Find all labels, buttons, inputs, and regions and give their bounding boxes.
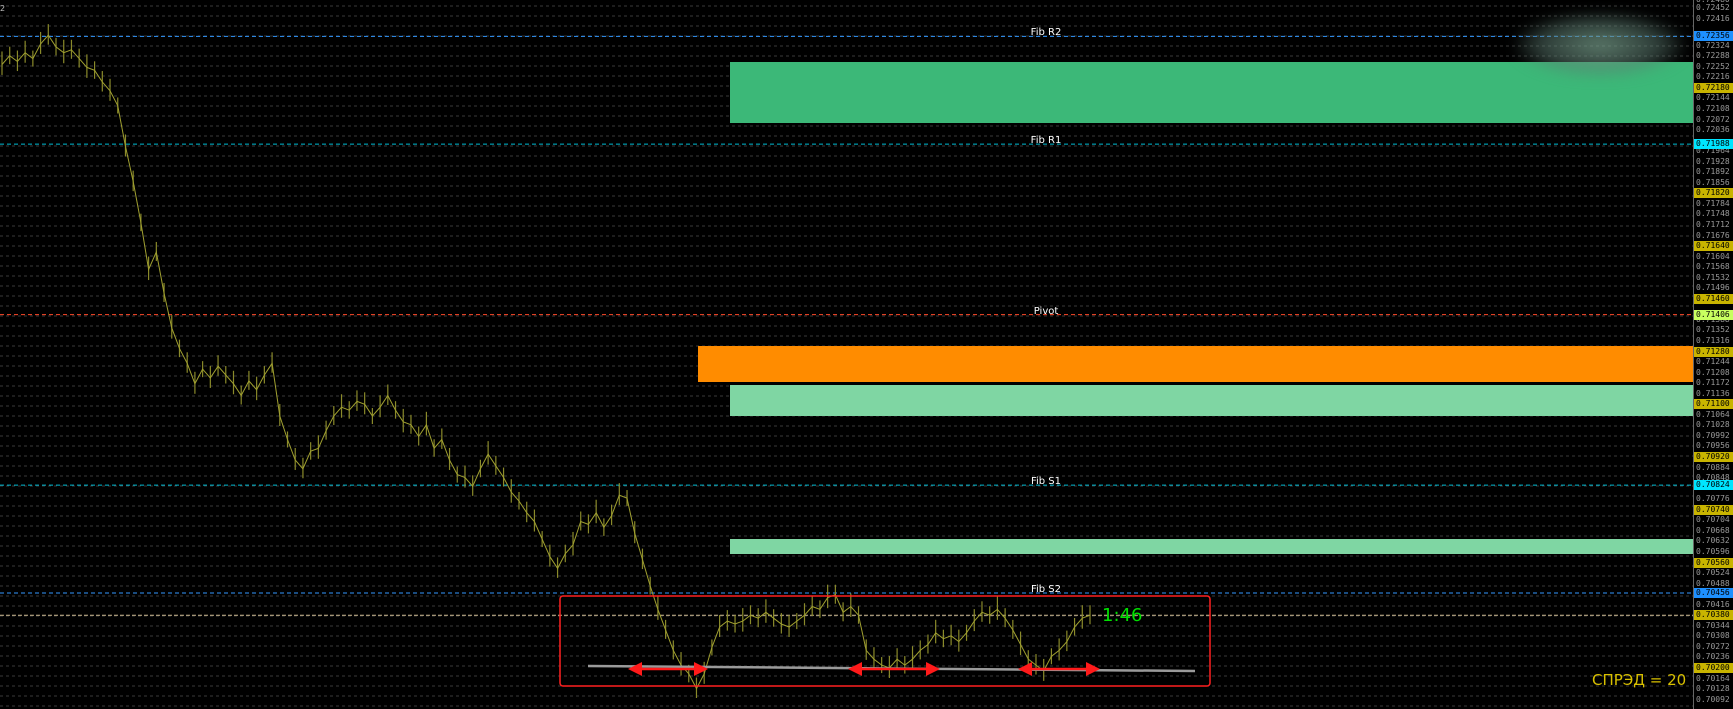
price-highlight-label: 0.71406	[1694, 309, 1733, 320]
price-highlight-label: 0.72356	[1694, 31, 1733, 42]
arrow-head-left	[848, 661, 862, 676]
price-tick-label: 0.71064	[1696, 409, 1730, 419]
level-label: Pivot	[1033, 305, 1059, 317]
price-tick-label: 0.71892	[1696, 167, 1730, 177]
demand-zone-low[interactable]	[730, 539, 1693, 554]
price-tick-label: 0.70308	[1696, 631, 1730, 641]
price-tick-label: 0.71784	[1696, 198, 1730, 208]
arrow-head-right	[926, 661, 940, 676]
price-tick-label: 0.72416	[1696, 13, 1730, 23]
orange-zone[interactable]	[698, 345, 1693, 383]
price-tick-label: 0.70128	[1696, 684, 1730, 694]
price-highlight-label: 0.71640	[1694, 241, 1733, 252]
price-tick-label: 0.72216	[1696, 72, 1730, 82]
price-highlight-label: 0.72180	[1694, 82, 1733, 93]
arrow-head-right	[1086, 661, 1100, 676]
price-tick-label: 0.71496	[1696, 283, 1730, 293]
price-highlight-label: 0.71820	[1694, 188, 1733, 199]
price-tick-label: 0.71856	[1696, 177, 1730, 187]
price-tick-label: 0.72288	[1696, 51, 1730, 61]
blurred-watermark	[1515, 12, 1685, 78]
level-label: Fib S2	[1030, 583, 1062, 595]
price-tick-label: 0.70884	[1696, 462, 1730, 472]
price-tick-label: 0.72072	[1696, 114, 1730, 124]
price-highlight-label: 0.70740	[1694, 504, 1733, 515]
price-tick-label: 0.70668	[1696, 525, 1730, 535]
price-tick-label: 0.72036	[1696, 125, 1730, 135]
price-tick-label: 0.71928	[1696, 156, 1730, 166]
price-tick-label: 0.70164	[1696, 673, 1730, 683]
corner-label: 2	[0, 4, 6, 13]
demand-zone-mid[interactable]	[730, 385, 1693, 416]
arrow-head-left	[1018, 661, 1032, 676]
price-tick-label: 0.71568	[1696, 262, 1730, 272]
price-highlight-label: 0.71988	[1694, 139, 1733, 150]
price-highlight-label: 0.71460	[1694, 293, 1733, 304]
price-tick-label: 0.72144	[1696, 93, 1730, 103]
price-tick-label: 0.70092	[1696, 694, 1730, 704]
price-tick-label: 0.71712	[1696, 220, 1730, 229]
price-tick-label: 0.70272	[1696, 641, 1730, 651]
price-tick-label: 0.70416	[1696, 599, 1730, 609]
price-tick-label: 0.72324	[1696, 40, 1730, 50]
price-tick-label: 0.72108	[1696, 103, 1730, 113]
price-tick-label: 0.70344	[1696, 620, 1730, 630]
price-tick-label: 0.71532	[1696, 272, 1730, 282]
price-highlight-label: 0.70456	[1694, 587, 1733, 598]
price-tick-label: 0.72452	[1696, 3, 1730, 13]
level-label: Fib R2	[1030, 27, 1062, 39]
price-tick-label: 0.70236	[1696, 652, 1730, 662]
arrow-head-left	[628, 661, 642, 676]
price-tick-label: 0.71028	[1696, 420, 1730, 430]
price-highlight-label: 0.71280	[1694, 346, 1733, 357]
price-highlight-label: 0.70824	[1694, 480, 1733, 491]
price-tick-label: 0.71316	[1696, 336, 1730, 346]
price-tick-label: 0.70992	[1696, 430, 1730, 440]
price-tick-label: 0.71136	[1696, 388, 1730, 398]
level-label: Fib S1	[1030, 476, 1062, 488]
price-tick-label: 0.71172	[1696, 378, 1730, 388]
price-highlight-label: 0.70920	[1694, 452, 1733, 463]
price-axis[interactable]: 0.724800.724520.724160.723560.723240.722…	[1693, 0, 1733, 709]
trading-chart-window: Fib R2 Fib R1 Pivot Fib S1 Fib S2 2 1:46 СПР…	[0, 0, 1733, 709]
price-tick-label: 0.71244	[1696, 357, 1730, 367]
price-tick-label: 0.71676	[1696, 230, 1730, 240]
price-highlight-label: 0.71100	[1694, 399, 1733, 410]
price-tick-label: 0.71748	[1696, 209, 1730, 219]
price-tick-label: 0.72252	[1696, 61, 1730, 71]
price-tick-label: 0.70704	[1696, 515, 1730, 525]
price-tick-label: 0.71352	[1696, 325, 1730, 335]
bar-timer-label: 1:46	[1102, 605, 1143, 626]
spread-label: СПРЭД = 20	[1592, 671, 1687, 689]
price-tick-label: 0.70524	[1696, 568, 1730, 578]
price-highlight-label: 0.70200	[1694, 662, 1733, 673]
price-tick-label: 0.70956	[1696, 441, 1730, 451]
price-tick-label: 0.70632	[1696, 536, 1730, 546]
price-tick-label: 0.70776	[1696, 494, 1730, 504]
price-highlight-label: 0.70380	[1694, 610, 1733, 621]
price-tick-label: 0.71208	[1696, 367, 1730, 377]
price-tick-label: 0.70596	[1696, 546, 1730, 556]
level-label: Fib R1	[1030, 135, 1062, 147]
price-tick-label: 0.71604	[1696, 251, 1730, 261]
arrow-head-right	[694, 661, 708, 676]
price-highlight-label: 0.70560	[1694, 557, 1733, 568]
